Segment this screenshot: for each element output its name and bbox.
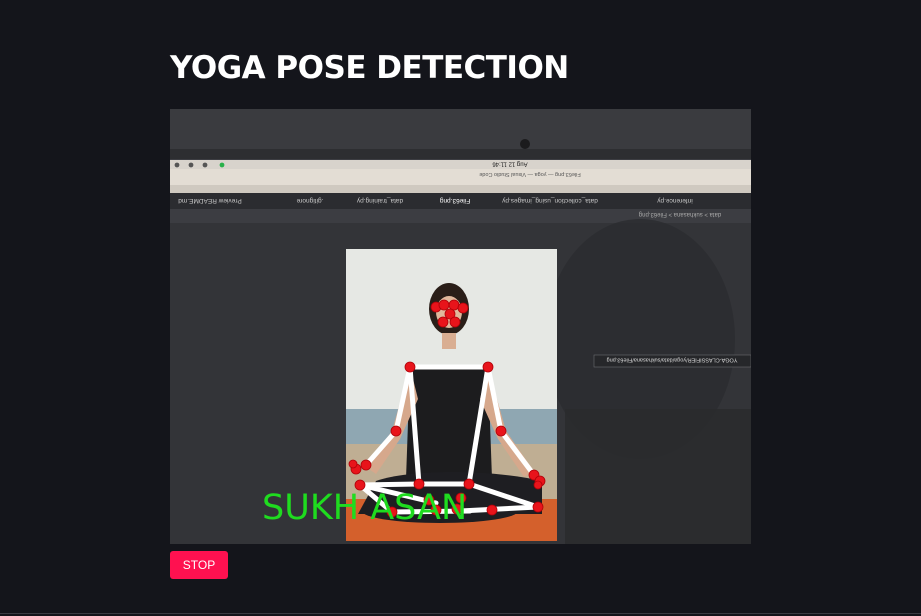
tab-preview-readme: Preview README.md	[178, 197, 242, 204]
mac-menubar: Aug 12 11:46	[170, 160, 751, 169]
bottom-divider	[0, 613, 921, 614]
svg-text:File63.png: File63.png	[439, 197, 470, 204]
menubar-clock: Aug 12 11:46	[492, 161, 528, 167]
pose-prediction-label: SUKH ASAN	[262, 488, 467, 528]
editor-breadcrumb: data > sukhasana > File63.png	[639, 211, 721, 217]
svg-text:data_training.py: data_training.py	[356, 197, 403, 204]
svg-text:Preview README.md: Preview README.md	[178, 197, 242, 204]
tab-file63: File63.png	[439, 197, 470, 204]
tab-data-training: data_training.py	[356, 197, 403, 204]
svg-text:data_collection_using_images.p: data_collection_using_images.py	[501, 197, 598, 204]
laptop-camera	[520, 139, 530, 149]
tab-data-collection: data_collection_using_images.py	[501, 197, 598, 204]
path-tooltip: YOGA-CLASSIFIER/yoga/data/sukhasana/File…	[607, 357, 738, 363]
stop-button[interactable]: STOP	[170, 551, 228, 579]
window-title: File63.png — yoga — Visual Studio Code	[479, 171, 580, 177]
tab-inference: inference.py	[657, 197, 693, 204]
tab-gitignore: .gitignore	[296, 197, 323, 204]
page-title: YOGA POSE DETECTION	[170, 50, 569, 86]
webcam-feed: Aug 12 11:46 File63.png — yoga — Visual …	[170, 109, 751, 544]
svg-text:inference.py: inference.py	[657, 197, 693, 204]
editor-tab-bar: Preview README.md .gitignore data_traini…	[170, 193, 751, 209]
svg-text:.gitignore: .gitignore	[296, 197, 323, 204]
